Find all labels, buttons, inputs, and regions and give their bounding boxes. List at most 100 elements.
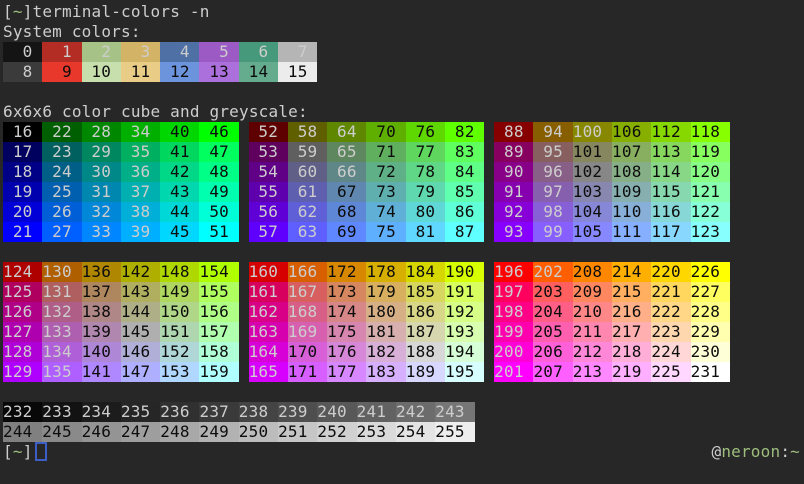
color-cell-47: 47 — [199, 142, 238, 162]
color-cell-253: 253 — [357, 422, 396, 442]
color-cell-62: 62 — [288, 202, 327, 222]
color-cell-103: 103 — [573, 182, 612, 202]
color-cell-89: 89 — [494, 142, 533, 162]
color-cell-6: 6 — [239, 42, 278, 62]
color-cell-46: 46 — [199, 122, 238, 142]
color-cell-219: 219 — [612, 362, 651, 382]
color-cell-107: 107 — [612, 142, 651, 162]
terminal-screen[interactable]: [~]terminal-colors -n System colors: 012… — [0, 0, 804, 484]
color-cell-129: 129 — [3, 362, 42, 382]
color-cell-64: 64 — [327, 122, 366, 142]
color-cell-13: 13 — [199, 62, 238, 82]
color-cell-5: 5 — [199, 42, 238, 62]
color-cell-246: 246 — [82, 422, 121, 442]
cube-row: 535965717783 — [249, 142, 485, 162]
prompt-bracket-close: ] — [23, 442, 33, 461]
prompt-bracket-open: [ — [3, 2, 13, 21]
color-cell-150: 150 — [160, 302, 199, 322]
color-cell-116: 116 — [651, 202, 690, 222]
color-cell-67: 67 — [327, 182, 366, 202]
color-cell-91: 91 — [494, 182, 533, 202]
color-cell-84: 84 — [445, 162, 484, 182]
color-cell-250: 250 — [239, 422, 278, 442]
color-cell-205: 205 — [533, 322, 572, 342]
color-cell-70: 70 — [366, 122, 405, 142]
cube-row: 128134140146152158 — [3, 342, 239, 362]
color-cube-bottom-row: 1241301361421481541251311371431491551261… — [3, 262, 804, 382]
color-cell-31: 31 — [82, 182, 121, 202]
color-cell-194: 194 — [445, 342, 484, 362]
color-cell-15: 15 — [278, 62, 317, 82]
color-cell-180: 180 — [366, 302, 405, 322]
color-cell-60: 60 — [288, 162, 327, 182]
text-cursor — [35, 442, 47, 461]
prompt-home-tilde: ~ — [13, 442, 23, 461]
color-cell-202: 202 — [533, 262, 572, 282]
color-cell-65: 65 — [327, 142, 366, 162]
color-cell-171: 171 — [288, 362, 327, 382]
color-cell-2: 2 — [82, 42, 121, 62]
prompt-line-bottom: [~] @neroon:~ — [3, 442, 804, 462]
color-cell-144: 144 — [121, 302, 160, 322]
cube-row: 163169175181187193 — [249, 322, 485, 342]
color-cell-225: 225 — [651, 362, 690, 382]
color-cell-74: 74 — [366, 202, 405, 222]
color-cell-115: 115 — [651, 182, 690, 202]
color-cell-254: 254 — [396, 422, 435, 442]
color-cell-188: 188 — [406, 342, 445, 362]
cube-row: 160166172178184190 — [249, 262, 485, 282]
color-cell-123: 123 — [691, 222, 730, 242]
color-cell-124: 124 — [3, 262, 42, 282]
color-cell-66: 66 — [327, 162, 366, 182]
color-cell-95: 95 — [533, 142, 572, 162]
color-cell-78: 78 — [406, 162, 445, 182]
color-cell-87: 87 — [445, 222, 484, 242]
prompt-line-top: [~]terminal-colors -n — [3, 2, 804, 22]
color-cell-200: 200 — [494, 342, 533, 362]
color-cell-135: 135 — [42, 362, 81, 382]
color-cell-75: 75 — [366, 222, 405, 242]
color-cell-228: 228 — [691, 302, 730, 322]
color-cell-33: 33 — [82, 222, 121, 242]
color-cell-190: 190 — [445, 262, 484, 282]
color-cell-83: 83 — [445, 142, 484, 162]
cube-row: 197203209215221227 — [494, 282, 730, 302]
color-cell-34: 34 — [121, 122, 160, 142]
color-cell-11: 11 — [121, 62, 160, 82]
color-cell-111: 111 — [612, 222, 651, 242]
color-cell-184: 184 — [406, 262, 445, 282]
color-cell-49: 49 — [199, 182, 238, 202]
color-cell-7: 7 — [278, 42, 317, 62]
color-cell-242: 242 — [396, 402, 435, 422]
color-cell-196: 196 — [494, 262, 533, 282]
color-cell-212: 212 — [573, 342, 612, 362]
colon: : — [780, 442, 790, 461]
color-cell-226: 226 — [691, 262, 730, 282]
command-text: terminal-colors -n — [33, 2, 210, 21]
color-cell-224: 224 — [651, 342, 690, 362]
color-cell-24: 24 — [42, 162, 81, 182]
color-cell-32: 32 — [82, 202, 121, 222]
color-cell-182: 182 — [366, 342, 405, 362]
cube-block-lower-3: 1962022082142202261972032092152212271982… — [494, 262, 730, 382]
home-path: ~ — [790, 442, 800, 461]
color-cell-43: 43 — [160, 182, 199, 202]
color-cell-117: 117 — [651, 222, 690, 242]
color-cell-27: 27 — [42, 222, 81, 242]
color-cell-81: 81 — [406, 222, 445, 242]
color-cell-164: 164 — [249, 342, 288, 362]
color-cell-132: 132 — [42, 302, 81, 322]
color-cell-100: 100 — [573, 122, 612, 142]
color-cell-121: 121 — [691, 182, 730, 202]
color-cell-10: 10 — [82, 62, 121, 82]
color-cell-227: 227 — [691, 282, 730, 302]
cube-row: 161167173179185191 — [249, 282, 485, 302]
cube-row: 199205211217223229 — [494, 322, 730, 342]
color-cell-98: 98 — [533, 202, 572, 222]
color-cell-16: 16 — [3, 122, 42, 142]
color-cell-56: 56 — [249, 202, 288, 222]
cube-row: 576369758187 — [249, 222, 485, 242]
color-cell-126: 126 — [3, 302, 42, 322]
color-cell-233: 233 — [42, 402, 81, 422]
color-cell-138: 138 — [82, 302, 121, 322]
